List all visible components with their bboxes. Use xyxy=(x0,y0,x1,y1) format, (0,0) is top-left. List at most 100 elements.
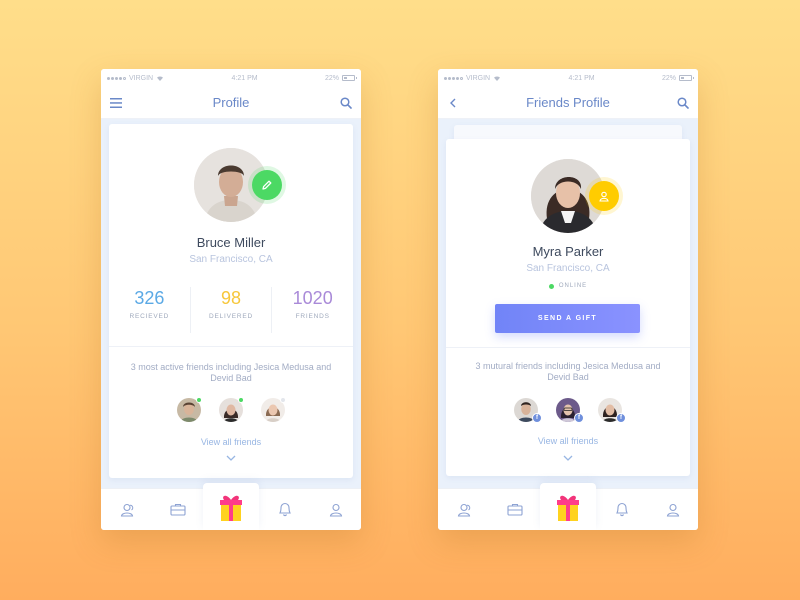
tab-user[interactable] xyxy=(310,489,361,530)
page-title: Profile xyxy=(212,95,250,110)
stat-friends[interactable]: 1020 FRIENDS xyxy=(272,287,353,333)
tab-user[interactable] xyxy=(647,489,698,530)
profile-card: Bruce Miller San Francisco, CA 326 RECIE… xyxy=(109,124,353,478)
send-gift-button[interactable]: SEND A GIFT xyxy=(495,304,640,333)
gift-icon xyxy=(557,495,579,521)
back-icon[interactable] xyxy=(446,96,460,110)
carrier-label: VIRGIN xyxy=(129,74,154,82)
stat-value: 1020 xyxy=(292,288,333,308)
user-location: San Francisco, CA xyxy=(189,254,273,265)
friend-avatar[interactable]: f xyxy=(556,398,584,423)
chevron-down-icon[interactable] xyxy=(563,455,573,461)
stat-value: 326 xyxy=(134,288,165,308)
signal-icon xyxy=(444,76,463,80)
mutual-friends-text: 3 mutural friends including Jesica Medus… xyxy=(475,361,661,382)
friend-avatar[interactable] xyxy=(219,397,244,422)
stat-label: DELIVERED xyxy=(208,313,254,320)
view-all-friends-link[interactable]: View all friends xyxy=(109,437,353,447)
briefcase-icon xyxy=(169,503,186,516)
friend-avatar[interactable]: f xyxy=(598,398,626,423)
friends-profile-screen: VIRGIN 4:21 PM 22% Friends Profile Myra … xyxy=(438,69,698,530)
user-icon xyxy=(329,503,342,517)
divider xyxy=(109,346,353,347)
status-bar: VIRGIN 4:21 PM 22% xyxy=(438,69,698,87)
tab-notifications[interactable] xyxy=(596,489,647,530)
signal-icon xyxy=(107,76,126,80)
battery-group: 22% xyxy=(661,74,694,82)
carrier-group: VIRGIN xyxy=(444,75,501,82)
battery-percent: 22% xyxy=(661,74,676,82)
search-icon[interactable] xyxy=(339,96,353,110)
friend-avatar[interactable]: f xyxy=(514,398,542,423)
content-area: Bruce Miller San Francisco, CA 326 RECIE… xyxy=(101,119,361,499)
briefcase-icon xyxy=(506,503,523,516)
facebook-icon: f xyxy=(616,413,626,423)
tab-gift[interactable] xyxy=(203,483,259,530)
friends-icon xyxy=(457,503,470,517)
profile-avatar-wrap xyxy=(194,148,282,222)
bell-icon xyxy=(615,502,628,517)
nav-bar: Friends Profile xyxy=(438,87,698,119)
online-dot xyxy=(238,397,244,403)
user-icon xyxy=(666,503,679,517)
nav-bar: Profile xyxy=(101,87,361,119)
tab-briefcase[interactable] xyxy=(152,489,203,530)
pencil-icon xyxy=(262,180,272,190)
stat-received[interactable]: 326 RECIEVED xyxy=(109,287,191,333)
active-friends-text: 3 most active friends including Jesica M… xyxy=(130,362,332,383)
bell-icon xyxy=(278,502,291,517)
friend-avatar-wrap xyxy=(531,159,619,233)
tab-friends[interactable] xyxy=(101,489,152,530)
search-icon[interactable] xyxy=(676,96,690,110)
user-name: Myra Parker xyxy=(532,244,604,259)
user-name: Bruce Miller xyxy=(196,235,266,250)
carrier-label: VIRGIN xyxy=(466,74,491,82)
battery-group: 22% xyxy=(324,74,357,82)
wifi-icon xyxy=(157,76,164,81)
friend-avatar[interactable] xyxy=(177,397,202,422)
friend-avatar-list xyxy=(109,397,353,422)
page-title: Friends Profile xyxy=(526,95,610,110)
stat-label: FRIENDS xyxy=(295,313,330,320)
stat-label: RECIEVED xyxy=(129,313,170,320)
tab-gift[interactable] xyxy=(540,483,596,530)
battery-icon xyxy=(679,75,694,81)
gift-icon xyxy=(220,495,242,521)
user-icon xyxy=(599,191,609,202)
online-dot xyxy=(196,397,202,403)
tab-briefcase[interactable] xyxy=(489,489,540,530)
edit-profile-button[interactable] xyxy=(252,170,282,200)
status-bar: VIRGIN 4:21 PM 22% xyxy=(101,69,361,87)
tab-notifications[interactable] xyxy=(259,489,310,530)
tab-bar xyxy=(438,483,698,530)
online-dot xyxy=(548,283,554,289)
profile-screen: VIRGIN 4:21 PM 22% Profile Bruce Miller … xyxy=(101,69,361,530)
divider xyxy=(446,347,690,348)
carrier-group: VIRGIN xyxy=(107,75,164,82)
offline-dot xyxy=(280,397,286,403)
status-time: 4:21 PM xyxy=(568,74,595,82)
stats-row: 326 RECIEVED 98 DELIVERED 1020 FRIENDS xyxy=(109,287,353,333)
status-time: 4:21 PM xyxy=(231,74,258,82)
tab-friends[interactable] xyxy=(438,489,489,530)
online-status: ONLINE xyxy=(446,283,690,289)
user-location: San Francisco, CA xyxy=(526,263,610,274)
content-area: Myra Parker San Francisco, CA ONLINE SEN… xyxy=(438,119,698,499)
friend-avatar-list: f f f xyxy=(446,398,690,423)
battery-icon xyxy=(342,75,357,81)
wifi-icon xyxy=(494,76,501,81)
friends-icon xyxy=(120,503,133,517)
chevron-down-icon[interactable] xyxy=(226,455,236,461)
menu-icon[interactable] xyxy=(109,96,123,110)
user-badge-button[interactable] xyxy=(589,181,619,211)
stat-value: 98 xyxy=(220,288,242,308)
online-label: ONLINE xyxy=(558,283,588,289)
stat-delivered[interactable]: 98 DELIVERED xyxy=(191,287,273,333)
tab-bar xyxy=(101,483,361,530)
facebook-icon: f xyxy=(574,413,584,423)
facebook-icon: f xyxy=(532,413,542,423)
friend-avatar[interactable] xyxy=(261,397,286,422)
view-all-friends-link[interactable]: View all friends xyxy=(446,436,690,446)
friend-profile-card: Myra Parker San Francisco, CA ONLINE SEN… xyxy=(446,139,690,476)
battery-percent: 22% xyxy=(324,74,339,82)
